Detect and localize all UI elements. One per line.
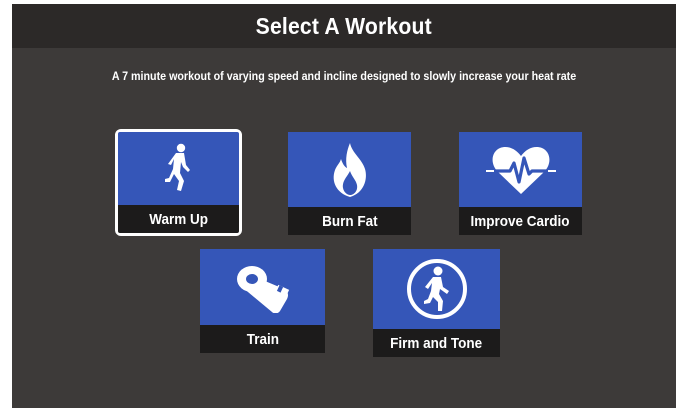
workout-tile-improve-cardio[interactable]: Improve Cardio [459,132,582,235]
train-tile-label: Train [200,325,325,353]
workout-tile-firm-and-tone[interactable]: Firm and Tone [373,249,500,357]
burn-fat-tile-art [288,132,411,207]
firm-and-tone-tile-art [373,249,500,329]
workout-tile-warm-up[interactable]: Warm Up [115,129,242,236]
workout-tile-burn-fat[interactable]: Burn Fat [288,132,411,235]
flame-icon [328,141,372,199]
page-title: Select A Workout [255,12,433,39]
train-tile-art [200,249,325,325]
improve-cardio-tile-label: Improve Cardio [459,207,582,235]
warm-up-tile-label: Warm Up [118,205,239,233]
burn-fat-tile-label: Burn Fat [288,207,411,235]
warm-up-tile-art [118,132,239,205]
whistle-icon [232,261,294,313]
heartbeat-icon [485,144,556,196]
workout-screen: Select A Workout A 7 minute workout of v… [12,4,676,408]
running-figure-icon [159,143,199,195]
improve-cardio-tile-art [459,132,582,207]
workout-tile-train[interactable]: Train [200,249,325,353]
header-bar: Select A Workout [12,4,676,48]
woman-running-icon [405,257,469,321]
workout-description: A 7 minute workout of varying speed and … [111,71,577,83]
firm-and-tone-tile-label: Firm and Tone [373,329,500,357]
